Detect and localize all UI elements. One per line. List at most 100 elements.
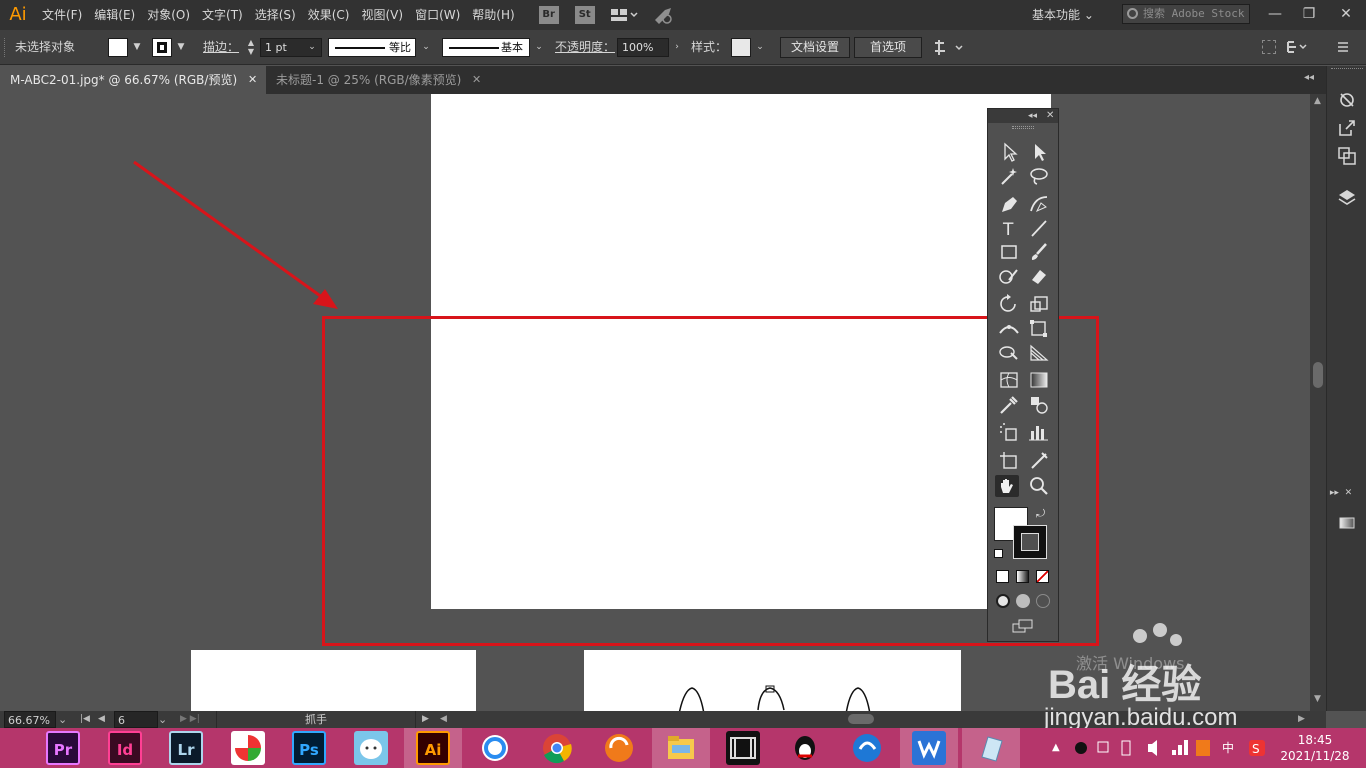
menu-effect[interactable]: 效果(C) [302, 0, 356, 30]
taskbar-notes[interactable] [962, 728, 1020, 768]
opacity-field[interactable]: 100% [617, 38, 669, 57]
menu-view[interactable]: 视图(V) [355, 0, 409, 30]
stroke-color-swatch[interactable] [1013, 525, 1047, 559]
menu-object[interactable]: 对象(O) [141, 0, 196, 30]
brush-dropdown-icon[interactable]: ⌄ [532, 38, 546, 57]
style-swatch[interactable] [731, 38, 751, 57]
arrange-documents-icon[interactable] [609, 6, 639, 24]
free-transform-tool-icon[interactable] [1027, 317, 1051, 339]
menu-type[interactable]: 文字(T) [196, 0, 249, 30]
brush-definition[interactable]: 基本 [442, 38, 530, 57]
direct-selection-tool-icon[interactable] [1027, 141, 1051, 163]
layers-panel-icon[interactable] [1337, 188, 1357, 208]
taskbar-file-explorer[interactable] [652, 728, 710, 768]
stroke-label[interactable]: 描边： [203, 30, 239, 65]
eyedropper-tool-icon[interactable] [997, 393, 1021, 415]
bridge-button[interactable]: Br [538, 6, 559, 24]
sogou-icon[interactable]: S [1248, 728, 1266, 768]
menu-window[interactable]: 窗口(W) [409, 0, 466, 30]
mesh-tool-icon[interactable] [997, 369, 1021, 391]
stroke-weight-dropdown-icon[interactable]: ⌄ [305, 38, 319, 57]
prev-artboard-icon[interactable]: ◀ [98, 711, 105, 728]
pen-tool-icon[interactable] [997, 193, 1021, 215]
stock-search-input[interactable]: 搜索 Adobe Stock [1122, 4, 1250, 24]
menu-edit[interactable]: 编辑(E) [88, 0, 141, 30]
zoom-dropdown-icon[interactable]: ⌄ [58, 711, 67, 728]
scroll-down-icon[interactable]: ▼ [1314, 694, 1321, 704]
taskbar-edge-app[interactable] [838, 728, 896, 768]
eraser-tool-icon[interactable] [1027, 265, 1051, 287]
taskbar-lightroom[interactable]: Lr [157, 728, 215, 768]
hand-tool-icon[interactable] [995, 475, 1019, 497]
align-options-icon[interactable] [932, 39, 966, 57]
tab-close-icon[interactable]: ✕ [472, 66, 481, 94]
preferences-button[interactable]: 首选项 [854, 37, 922, 58]
dock-header[interactable]: ▸▸ ✕ [1327, 488, 1366, 500]
slice-tool-icon[interactable] [1027, 449, 1051, 471]
rotate-tool-icon[interactable] [997, 293, 1021, 315]
taskbar-sync-app[interactable] [590, 728, 648, 768]
taskbar-indesign[interactable]: Id [96, 728, 154, 768]
style-dropdown-icon[interactable]: ⌄ [753, 38, 767, 57]
scroll-thumb[interactable] [1313, 362, 1323, 388]
none-mode-icon[interactable] [1036, 570, 1049, 583]
taskbar-qq[interactable] [776, 728, 834, 768]
close-window-button[interactable]: ✕ [1326, 0, 1366, 30]
pathfinder-panel-icon[interactable] [1337, 146, 1357, 166]
type-tool-icon[interactable]: T [997, 217, 1021, 240]
taskbar-premiere[interactable]: Pr [34, 728, 92, 768]
profile-dropdown-icon[interactable]: ⌄ [419, 38, 433, 57]
menu-help[interactable]: 帮助(H) [466, 0, 520, 30]
collapse-icon[interactable]: ◂◂ [1028, 109, 1037, 123]
lasso-tool-icon[interactable] [1027, 165, 1051, 187]
shaper-tool-icon[interactable] [997, 265, 1021, 287]
tab-untitled-document[interactable]: 未标题-1 @ 25% (RGB/像素预览) ✕ [266, 66, 494, 94]
taskbar-wps-picture[interactable] [219, 728, 277, 768]
hscroll-thumb[interactable] [848, 714, 874, 724]
taskbar-video-app[interactable] [714, 728, 772, 768]
transform-icon[interactable] [1262, 40, 1276, 54]
shape-builder-tool-icon[interactable] [997, 341, 1021, 363]
default-colors-icon[interactable] [994, 549, 1003, 558]
zoom-field[interactable]: 66.67% [4, 711, 56, 728]
fill-dropdown-icon[interactable]: ▼ [130, 38, 144, 57]
symbol-sprayer-tool-icon[interactable] [997, 421, 1021, 443]
workspace-switcher[interactable]: 基本功能 ⌄ [1024, 0, 1102, 30]
tab-close-icon[interactable]: ✕ [248, 66, 257, 94]
taskbar-chat-app[interactable] [342, 728, 400, 768]
document-setup-button[interactable]: 文档设置 [780, 37, 850, 58]
screen-mode-icon[interactable] [1012, 619, 1034, 633]
width-tool-icon[interactable] [997, 317, 1021, 339]
taskbar-illustrator[interactable]: Ai [404, 728, 462, 768]
artboard-tool-icon[interactable] [997, 449, 1021, 471]
status-menu-arrow-icon[interactable]: ▶ [422, 711, 429, 728]
scale-tool-icon[interactable] [1027, 293, 1051, 315]
vertical-scrollbar[interactable]: ▲ ▼ [1310, 94, 1326, 711]
gradient-panel-icon[interactable] [1337, 513, 1357, 533]
stroke-dropdown-icon[interactable]: ▼ [174, 38, 188, 57]
stroke-stepper-icon[interactable]: ▲ ▼ [244, 38, 258, 57]
color-mode-icon[interactable] [996, 570, 1009, 583]
blend-tool-icon[interactable] [1027, 393, 1051, 415]
restore-button[interactable]: ❐ [1292, 0, 1326, 30]
stroke-swatch[interactable] [152, 38, 172, 57]
export-panel-icon[interactable] [1337, 118, 1357, 138]
draw-behind-icon[interactable] [1016, 594, 1030, 608]
opacity-arrow-icon[interactable]: › [670, 38, 684, 57]
clock[interactable]: 18:45 2021/11/28 [1280, 732, 1350, 764]
stock-button[interactable]: St [574, 6, 595, 24]
magic-wand-tool-icon[interactable] [997, 165, 1021, 187]
close-icon[interactable]: ✕ [1046, 109, 1054, 123]
line-tool-icon[interactable] [1027, 217, 1051, 239]
curvature-tool-icon[interactable] [1027, 193, 1051, 215]
menu-select[interactable]: 选择(S) [249, 0, 302, 30]
properties-panel-icon[interactable] [1337, 90, 1357, 110]
rectangle-tool-icon[interactable] [997, 241, 1021, 263]
swap-fill-stroke-icon[interactable]: ⤾ [1036, 507, 1045, 521]
first-artboard-icon[interactable]: |◀ [80, 711, 90, 728]
column-graph-tool-icon[interactable] [1027, 421, 1051, 443]
gradient-mode-icon[interactable] [1016, 570, 1029, 583]
minimize-button[interactable]: — [1258, 0, 1292, 30]
taskbar-chrome[interactable] [528, 728, 586, 768]
tray-expand-icon[interactable]: ▲ [1052, 728, 1060, 768]
